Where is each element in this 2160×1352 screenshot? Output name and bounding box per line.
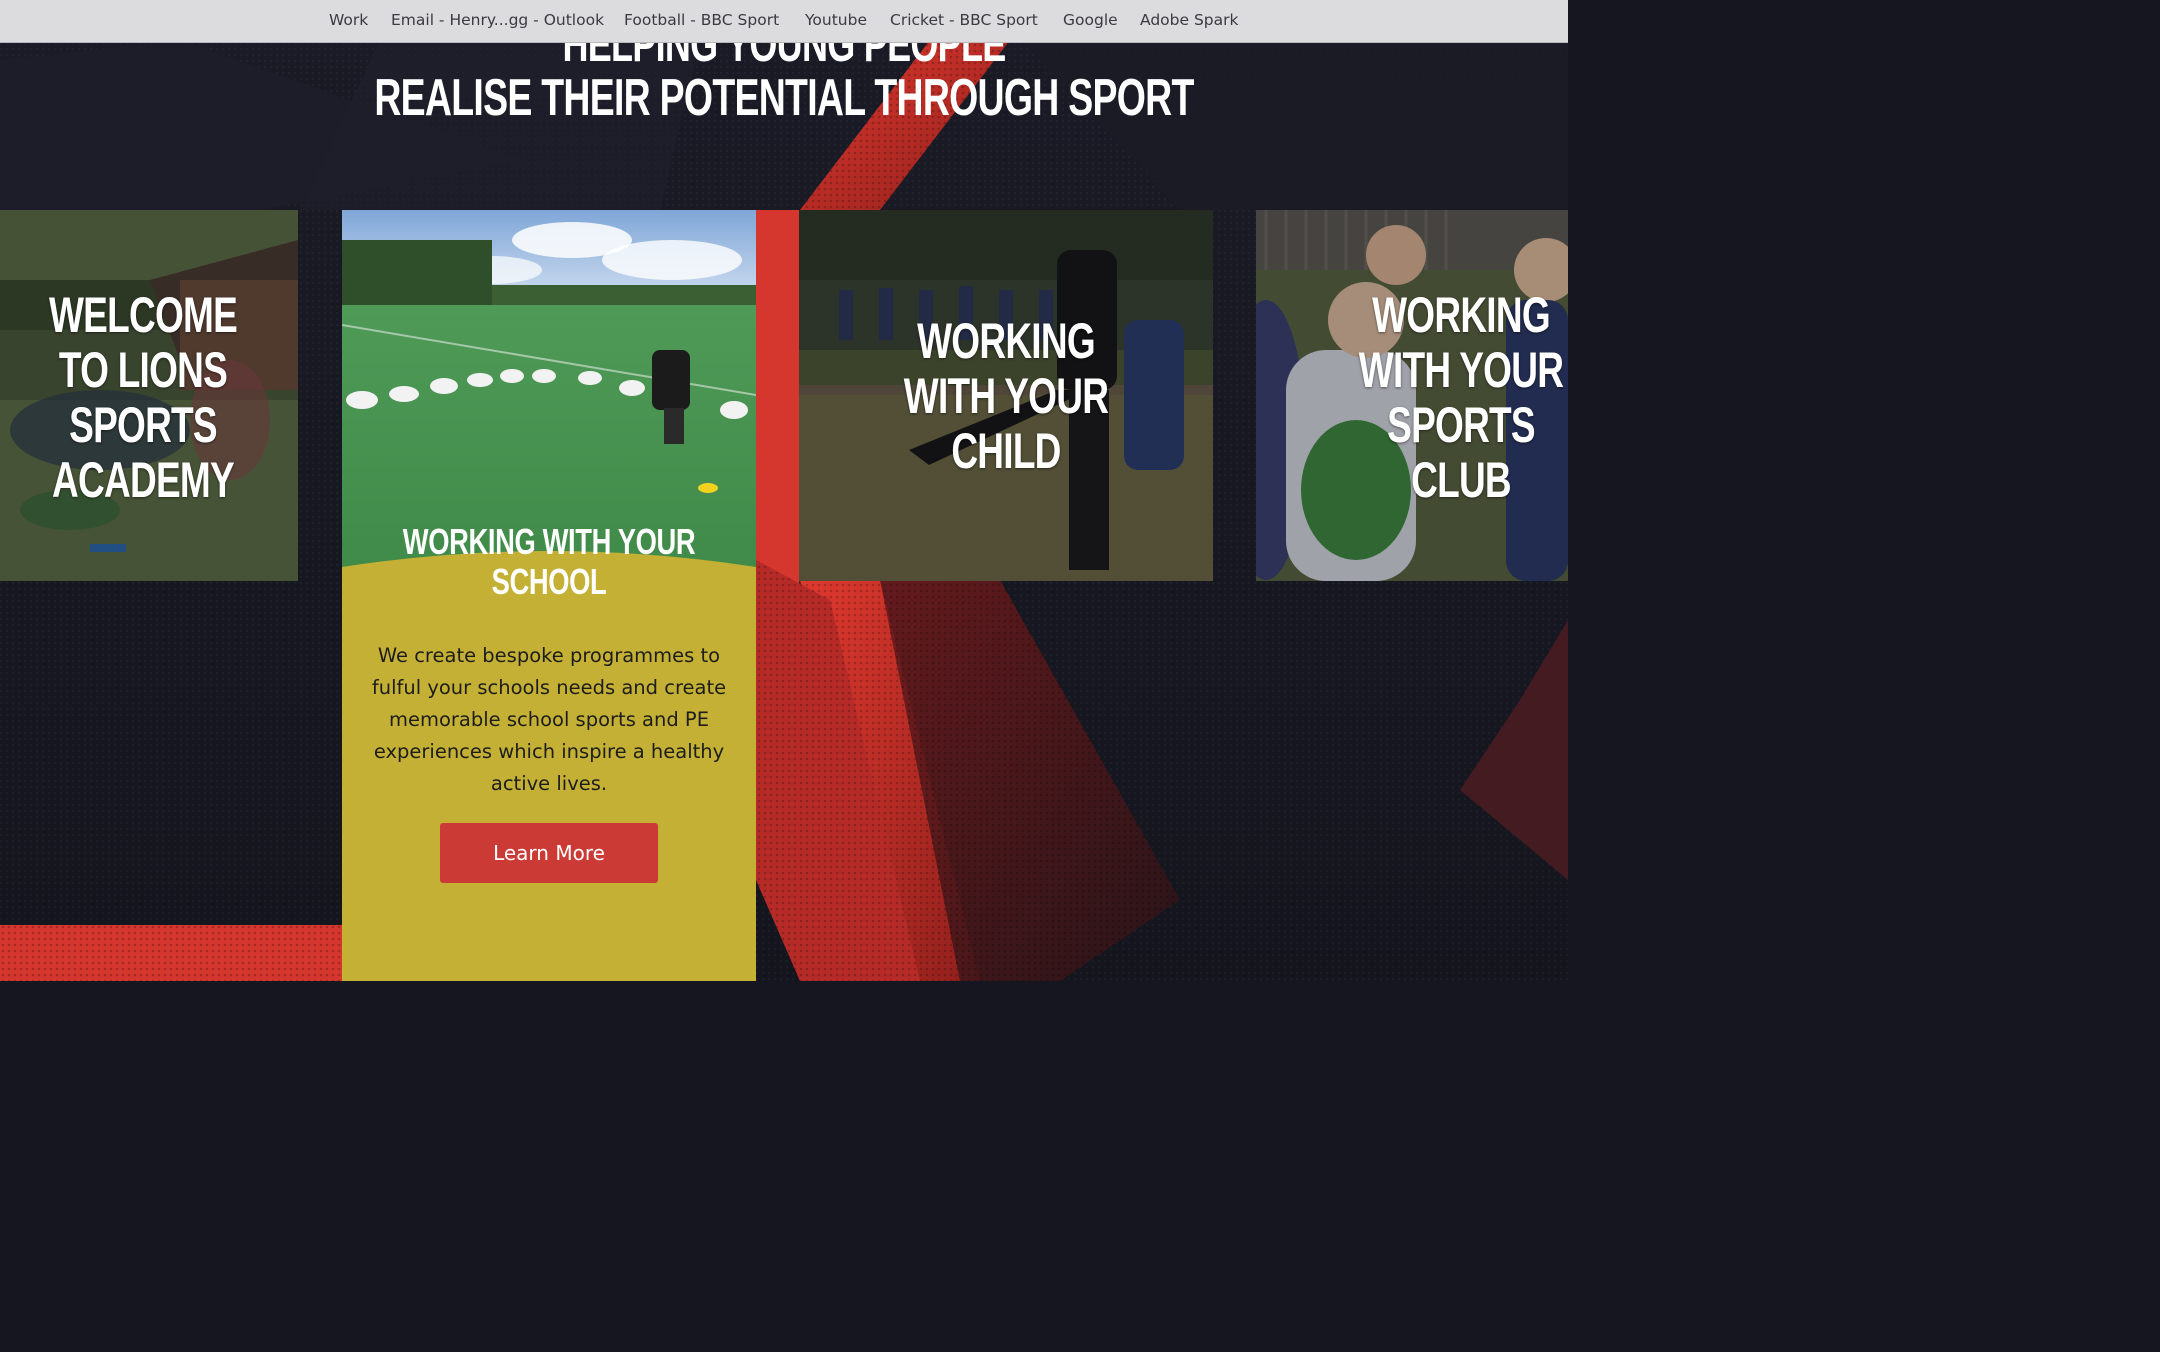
- bookmark-google[interactable]: Google: [1063, 11, 1118, 29]
- card-club-title-line: SPORTS: [1387, 397, 1535, 453]
- card-welcome-title-line: WELCOME: [48, 287, 238, 343]
- card-welcome-title-line: SPORTS: [69, 397, 217, 453]
- card-welcome-title-line: ACADEMY: [52, 452, 235, 508]
- card-club-title: WORKING WITH YOUR SPORTS CLUB: [1309, 288, 1568, 508]
- card-sports-club[interactable]: WORKING WITH YOUR SPORTS CLUB: [1256, 210, 1568, 581]
- card-welcome[interactable]: WELCOME TO LIONS SPORTS ACADEMY: [0, 210, 298, 581]
- learn-more-button[interactable]: Learn More: [440, 823, 658, 883]
- hero-line-2: REALISE THEIR POTENTIAL THROUGH SPORT: [374, 69, 1194, 127]
- card-welcome-title-line: TO LIONS: [58, 342, 228, 398]
- card-child-title-line: CHILD: [951, 423, 1061, 479]
- bookmark-youtube[interactable]: Youtube: [805, 11, 867, 29]
- card-club-title-line: WITH YOUR: [1358, 342, 1564, 398]
- card-school-title-line: WORKING WITH YOUR: [402, 521, 696, 562]
- bookmark-email-outlook[interactable]: Email - Henry...gg - Outlook: [391, 11, 604, 29]
- bookmark-cricket-bbc[interactable]: Cricket - BBC Sport: [890, 11, 1038, 29]
- bookmark-adobe-spark[interactable]: Adobe Spark: [1140, 11, 1238, 29]
- card-school-description: We create bespoke programmes to fulful y…: [371, 644, 727, 795]
- card-school-title: WORKING WITH YOUR SCHOOL: [392, 522, 707, 602]
- bookmark-work[interactable]: Work: [329, 11, 368, 29]
- card-welcome-title: WELCOME TO LIONS SPORTS ACADEMY: [0, 288, 298, 508]
- bookmarks-bar: Work Email - Henry...gg - Outlook Footba…: [0, 0, 1568, 43]
- card-child-title-line: WORKING: [917, 313, 1095, 369]
- card-child-title: WORKING WITH YOUR CHILD: [853, 314, 1159, 479]
- card-child-title-line: WITH YOUR: [903, 368, 1109, 424]
- card-child[interactable]: WORKING WITH YOUR CHILD: [799, 210, 1213, 581]
- card-school-title-line: SCHOOL: [491, 561, 607, 602]
- card-school-feature[interactable]: WORKING WITH YOUR SCHOOL We create bespo…: [342, 210, 756, 981]
- page: Work Email - Henry...gg - Outlook Footba…: [0, 0, 1568, 981]
- card-club-title-line: WORKING: [1372, 287, 1550, 343]
- card-club-title-line: CLUB: [1411, 452, 1512, 508]
- bookmark-football-bbc[interactable]: Football - BBC Sport: [624, 11, 779, 29]
